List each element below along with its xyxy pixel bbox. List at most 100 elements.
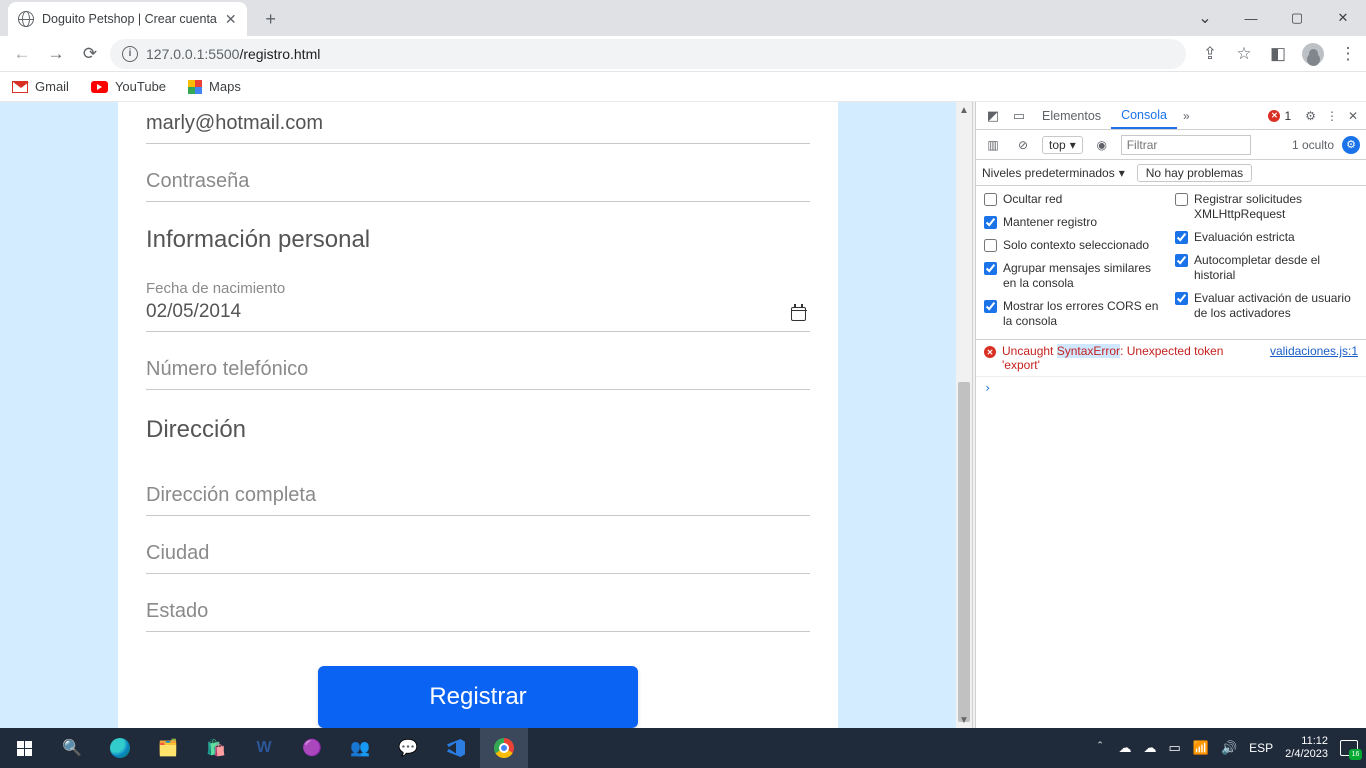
tray-language[interactable]: ESP — [1249, 741, 1273, 755]
devtools-close-icon[interactable]: ✕ — [1348, 109, 1358, 123]
taskbar-store-icon[interactable]: 🛍️ — [192, 728, 240, 768]
system-tray: ＾ ☁ ☁ ▭ 📶 🔊 ESP 11:12 2/4/2023 — [1093, 735, 1366, 760]
issues-button[interactable]: No hay problemas — [1137, 164, 1252, 182]
minimize-button[interactable]: ― — [1228, 0, 1274, 36]
birthdate-value: 02/05/2014 — [146, 301, 810, 323]
opt-autocomplete-history[interactable]: Autocompletar desde el historial — [1175, 253, 1358, 283]
taskbar-office-icon[interactable]: 🟣 — [288, 728, 336, 768]
error-counter[interactable]: ✕1 — [1262, 102, 1297, 129]
opt-user-activation[interactable]: Evaluar activación de usuario de los act… — [1175, 291, 1358, 321]
tray-chevron-up-icon[interactable]: ＾ — [1093, 739, 1106, 758]
inspect-element-icon[interactable]: ◩ — [980, 102, 1006, 129]
context-selector[interactable]: top▾ — [1042, 136, 1083, 154]
console-settings-icon[interactable]: ⚙ — [1342, 136, 1360, 154]
opt-selected-context[interactable]: Solo contexto seleccionado — [984, 238, 1167, 253]
page-scrollbar[interactable]: ▲ ▼ — [956, 102, 972, 728]
bookmarks-bar: Gmail YouTube Maps — [0, 72, 1366, 102]
opt-cors-errors[interactable]: Mostrar los errores CORS en la consola — [984, 299, 1167, 329]
bookmark-youtube[interactable]: YouTube — [91, 79, 166, 94]
tray-volume-icon[interactable]: 🔊 — [1221, 740, 1237, 756]
console-clear-icon[interactable]: ⊘ — [1012, 134, 1034, 156]
console-error-row[interactable]: ✕ Uncaught SyntaxError: Unexpected token… — [976, 340, 1366, 377]
taskbar-edge[interactable] — [96, 728, 144, 768]
tab-elements[interactable]: Elementos — [1032, 102, 1111, 129]
profile-avatar-icon[interactable] — [1302, 43, 1324, 65]
registration-form: marly@hotmail.com Contraseña Información… — [118, 102, 838, 728]
error-dot-icon: ✕ — [1268, 110, 1280, 122]
address-bar[interactable]: i 127.0.0.1:5500/registro.html — [110, 39, 1186, 69]
side-panel-icon[interactable]: ◧ — [1268, 44, 1288, 64]
browser-tabstrip: Doguito Petshop | Crear cuenta ✕ + ⌄ ― ▢… — [0, 0, 1366, 36]
console-subtoolbar: Niveles predeterminados▾ No hay problema… — [976, 160, 1366, 186]
window-controls: ⌄ ― ▢ ✕ — [1182, 0, 1366, 36]
opt-strict-eval[interactable]: Evaluación estricta — [1175, 230, 1358, 245]
maximize-button[interactable]: ▢ — [1274, 0, 1320, 36]
start-button[interactable] — [0, 728, 48, 768]
opt-preserve-log[interactable]: Mantener registro — [984, 215, 1167, 230]
taskbar-word-icon[interactable]: W — [240, 728, 288, 768]
browser-toolbar: ← → ⟳ i 127.0.0.1:5500/registro.html ⇪ ☆… — [0, 36, 1366, 72]
bookmark-gmail[interactable]: Gmail — [12, 79, 69, 94]
devtools-settings-icon[interactable]: ⚙ — [1305, 109, 1316, 123]
taskbar-teams-icon[interactable]: 👥 — [336, 728, 384, 768]
console-prompt[interactable]: › — [976, 377, 1366, 399]
close-tab-icon[interactable]: ✕ — [225, 11, 237, 28]
devtools-menu-icon[interactable]: ⋮ — [1326, 109, 1338, 123]
tray-notifications-icon[interactable] — [1340, 740, 1358, 756]
chevron-down-icon: ▾ — [1070, 138, 1076, 152]
tray-clock[interactable]: 11:12 2/4/2023 — [1285, 735, 1328, 760]
globe-icon — [18, 11, 34, 27]
tray-battery-icon[interactable]: ▭ — [1168, 740, 1180, 756]
console-toolbar: ▥ ⊘ top▾ ◉ 1 oculto ⚙ — [976, 130, 1366, 160]
taskbar-search-icon[interactable]: 🔍 — [48, 728, 96, 768]
tray-weather-icon[interactable]: ☁ — [1143, 740, 1156, 756]
state-field[interactable]: Estado — [146, 590, 810, 632]
bookmark-maps[interactable]: Maps — [188, 79, 241, 94]
birthdate-field[interactable]: Fecha de nacimiento 02/05/2014 — [146, 270, 810, 332]
tab-search-icon[interactable]: ⌄ — [1182, 0, 1228, 36]
console-filter-input[interactable] — [1121, 135, 1251, 155]
chrome-menu-icon[interactable]: ⋮ — [1338, 44, 1358, 64]
browser-tab-active[interactable]: Doguito Petshop | Crear cuenta ✕ — [8, 2, 247, 36]
reload-button[interactable]: ⟳ — [76, 40, 104, 68]
site-info-icon[interactable]: i — [122, 46, 138, 62]
taskbar-teams2-icon[interactable]: 💬 — [384, 728, 432, 768]
phone-placeholder: Número telefónico — [146, 358, 810, 381]
tray-onedrive-icon[interactable]: ☁ — [1118, 740, 1131, 756]
city-field[interactable]: Ciudad — [146, 532, 810, 574]
scroll-down-icon[interactable]: ▼ — [956, 712, 972, 728]
log-levels-selector[interactable]: Niveles predeterminados▾ — [982, 166, 1125, 180]
new-tab-button[interactable]: + — [257, 5, 285, 33]
scroll-up-icon[interactable]: ▲ — [956, 102, 972, 118]
live-expression-icon[interactable]: ◉ — [1091, 134, 1113, 156]
taskbar-vscode[interactable] — [432, 728, 480, 768]
taskbar-explorer-icon[interactable]: 🗂️ — [144, 728, 192, 768]
address-field[interactable]: Dirección completa — [146, 474, 810, 516]
back-button[interactable]: ← — [8, 40, 36, 68]
opt-group-similar[interactable]: Agrupar mensajes similares en la consola — [984, 261, 1167, 291]
submit-button[interactable]: Registrar — [318, 666, 638, 728]
scroll-thumb[interactable] — [958, 382, 970, 722]
tab-console[interactable]: Consola — [1111, 102, 1177, 129]
youtube-icon — [91, 81, 108, 93]
error-source-link[interactable]: validaciones.js:1 — [1270, 344, 1358, 358]
tab-title: Doguito Petshop | Crear cuenta — [42, 12, 217, 26]
device-toolbar-icon[interactable]: ▭ — [1006, 102, 1032, 129]
password-field[interactable]: Contraseña — [146, 160, 810, 202]
email-field[interactable]: marly@hotmail.com — [146, 102, 810, 144]
close-window-button[interactable]: ✕ — [1320, 0, 1366, 36]
opt-hide-network[interactable]: Ocultar red — [984, 192, 1167, 207]
tray-wifi-icon[interactable]: 📶 — [1193, 740, 1209, 756]
bookmark-star-icon[interactable]: ☆ — [1234, 44, 1254, 64]
password-placeholder: Contraseña — [146, 170, 810, 193]
state-placeholder: Estado — [146, 600, 810, 623]
url-port: :5500 — [204, 46, 239, 62]
taskbar-chrome[interactable] — [480, 728, 528, 768]
forward-button[interactable]: → — [42, 40, 70, 68]
console-sidebar-toggle-icon[interactable]: ▥ — [982, 134, 1004, 156]
share-icon[interactable]: ⇪ — [1200, 44, 1220, 64]
opt-log-xhr[interactable]: Registrar solicitudes XMLHttpRequest — [1175, 192, 1358, 222]
devtools-more-tabs-icon[interactable]: » — [1177, 102, 1196, 129]
calendar-icon[interactable] — [791, 307, 806, 321]
phone-field[interactable]: Número telefónico — [146, 348, 810, 390]
